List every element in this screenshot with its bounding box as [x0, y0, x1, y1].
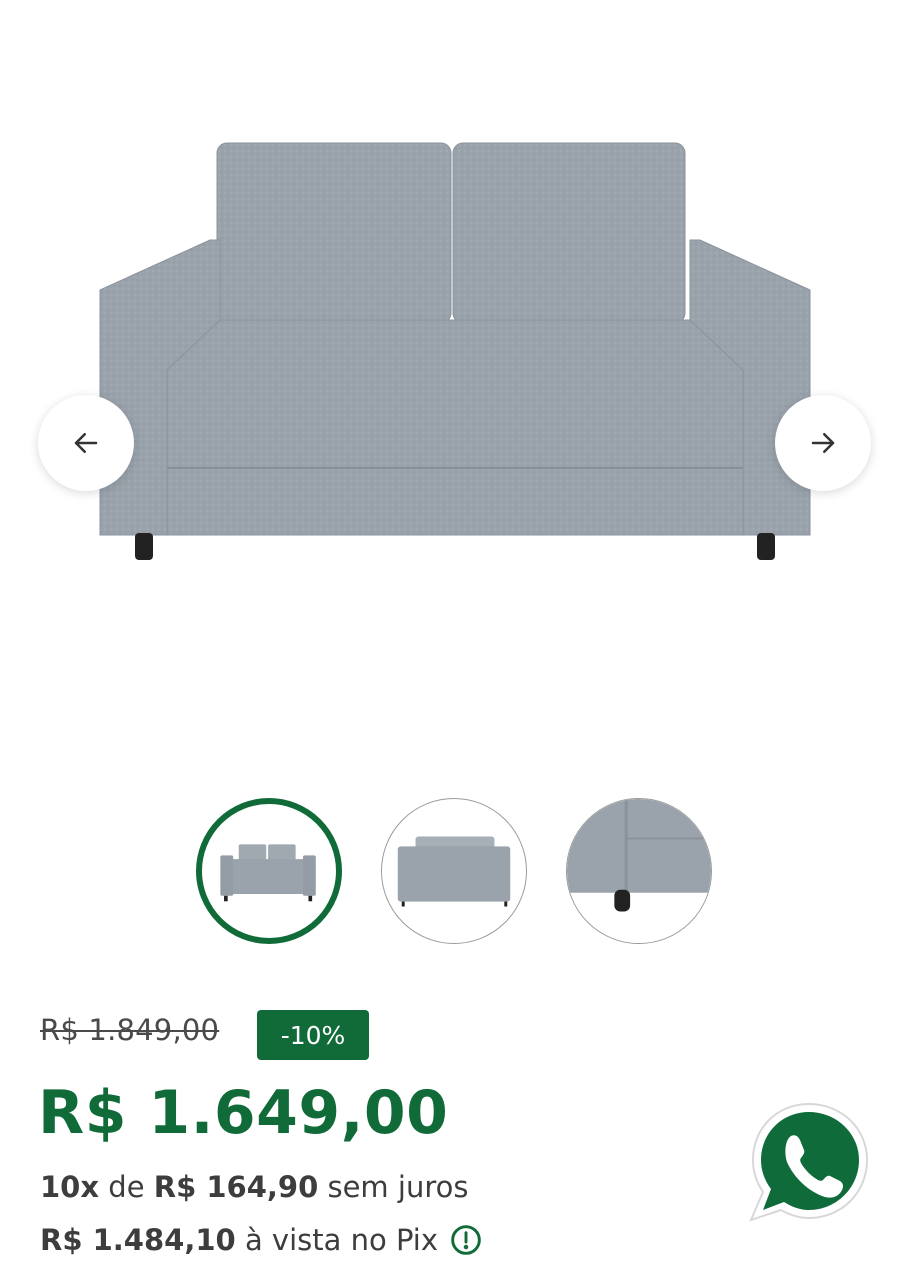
whatsapp-button[interactable]: [745, 1098, 873, 1226]
thumb-detail[interactable]: [566, 798, 712, 944]
old-price: R$ 1.849,00: [40, 1013, 220, 1047]
product-page: R$ 1.849,00 -10% R$ 1.649,00 10x de R$ 1…: [0, 0, 908, 1280]
previous-image-button[interactable]: [38, 395, 134, 491]
thumb-back[interactable]: [381, 798, 527, 944]
installments-count: 10x: [40, 1170, 100, 1204]
discount-badge: -10%: [257, 1010, 369, 1060]
info-icon[interactable]: [450, 1224, 482, 1256]
pix-amount: R$ 1.484,10: [40, 1223, 236, 1257]
pix-suffix: à vista no Pix: [244, 1223, 439, 1257]
arrow-right-icon: [811, 433, 835, 453]
installments-of: de: [108, 1170, 145, 1204]
installments-suffix: sem juros: [327, 1170, 469, 1204]
next-image-button[interactable]: [775, 395, 871, 491]
installments-text: 10x de R$ 164,90 sem juros: [40, 1170, 468, 1204]
pix-price-text: R$ 1.484,10 à vista no Pix: [40, 1223, 482, 1257]
installments-amount: R$ 164,90: [153, 1170, 319, 1204]
sofa-photo: [95, 135, 815, 575]
arrow-left-icon: [74, 433, 98, 453]
whatsapp-icon: [749, 1102, 869, 1222]
current-price: R$ 1.649,00: [38, 1078, 449, 1148]
thumbnail-strip: [0, 798, 908, 944]
thumb-front[interactable]: [196, 798, 342, 944]
